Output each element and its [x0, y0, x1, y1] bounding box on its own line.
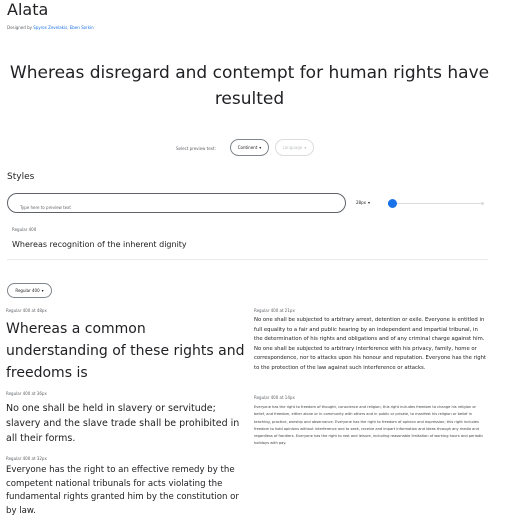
hero-preview-text: Whereas disregard and contempt for human… [9, 63, 490, 109]
sample-meta: Regular 400 at 14px [254, 395, 295, 400]
sample-meta: Regular 400 at 21px [254, 308, 295, 313]
sample-text: No one shall be held in slavery or servi… [6, 403, 240, 444]
sample-meta: Regular 400 at 36px [6, 391, 47, 396]
language-select-label: Language [282, 145, 303, 150]
style-sample-text: Whereas recognition of the inherent dign… [12, 240, 187, 249]
language-select[interactable]: Language ▾ [275, 139, 314, 156]
style-meta-label: Regular 400 [12, 227, 37, 232]
chevron-down-icon: ▾ [259, 145, 262, 150]
styles-heading: Styles [7, 172, 35, 182]
sample-text: Whereas a common understanding of these … [6, 321, 245, 381]
designer-credit: Designed by Spyros Zevelakis, Eben Sorki… [7, 25, 94, 30]
sample-text: No one shall be subjected to arbitrary a… [254, 317, 486, 371]
font-size-slider-end [481, 202, 484, 205]
sample-text: Everyone has the right to an effective r… [6, 465, 239, 516]
weight-select[interactable]: Regular 400 ▾ [7, 283, 52, 298]
continent-select-label: Continent [237, 145, 258, 150]
font-size-select[interactable]: 28px ▾ [356, 200, 370, 205]
font-size-value: 28px [356, 200, 366, 205]
chevron-down-icon: ▾ [368, 200, 371, 205]
designer-links[interactable]: Spyros Zevelakis, Eben Sorkin [33, 25, 93, 30]
designed-by-label: Designed by [7, 25, 32, 30]
sample-meta: Regular 400 at 48px [6, 308, 47, 313]
divider [7, 259, 488, 260]
chevron-down-icon: ▾ [304, 145, 307, 150]
preview-text-field[interactable] [7, 193, 346, 217]
weight-select-label: Regular 400 [15, 288, 40, 293]
continent-select[interactable]: Continent ▾ [230, 139, 269, 156]
font-size-slider-thumb[interactable] [388, 199, 397, 208]
preview-text-input[interactable] [8, 198, 345, 217]
font-family-title: Alata [7, 0, 49, 19]
preview-text-label: Select preview text: [176, 146, 216, 151]
sample-text: Everyone has the right to freedom of tho… [254, 405, 484, 446]
chevron-down-icon: ▾ [41, 288, 44, 293]
font-size-slider-track[interactable] [388, 203, 484, 204]
sample-meta: Regular 400 at 32px [6, 456, 47, 461]
